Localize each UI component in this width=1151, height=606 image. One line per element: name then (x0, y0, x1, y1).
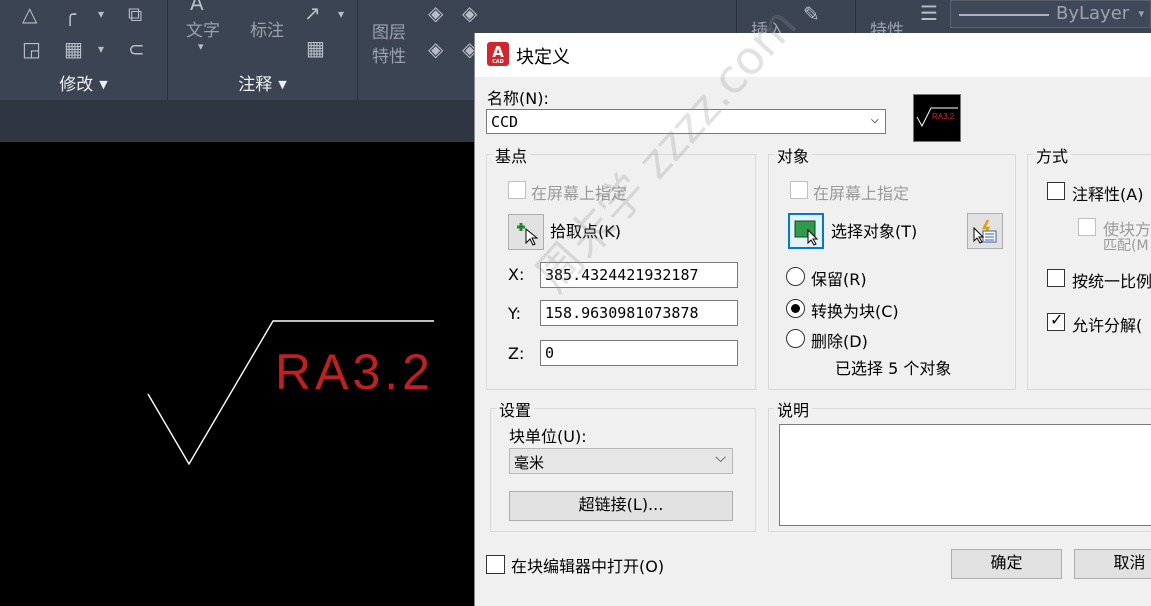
scale-uniformly-checkbox[interactable] (1047, 269, 1065, 287)
linetype-dropdown[interactable]: ByLayer ▾ (950, 0, 1151, 28)
name-label: 名称(N): (487, 89, 549, 108)
y-field[interactable]: 158.9630981073878 (540, 300, 738, 326)
base-specify-on-screen-checkbox[interactable] (508, 181, 526, 199)
description-title: 说明 (774, 397, 813, 421)
modify-panel: △ ╭ ▾ ⧉ ◲ ▦ ▾ ⊂ 修改 ▼ (0, 0, 168, 100)
settings-title: 设置 (496, 397, 535, 421)
objects-title: 对象 (774, 143, 813, 167)
allow-exploding-checkbox[interactable]: ✓ (1047, 310, 1065, 331)
x-field[interactable]: 385.4324421932187 (540, 262, 738, 288)
annotation-panel: A 文字 ▾ 标注 ↗ ▾ ▦ 注释 ▼ (168, 0, 358, 100)
leader-dropdown-icon[interactable]: ▾ (338, 3, 344, 25)
stretch-icon[interactable]: ◲ (22, 38, 41, 60)
objects-specify-on-screen-checkbox[interactable] (790, 181, 808, 199)
behavior-title: 方式 (1033, 143, 1072, 167)
x-label: X: (508, 265, 525, 284)
modify-panel-title[interactable]: 修改 ▼ (0, 72, 167, 98)
z-field[interactable]: 0 (540, 340, 738, 366)
text-icon[interactable]: A (190, 0, 204, 14)
fillet-dropdown-icon[interactable]: ▾ (98, 3, 104, 25)
array-dropdown-icon[interactable]: ▾ (98, 38, 104, 60)
z-label: Z: (508, 344, 525, 363)
block-unit-combobox[interactable]: 毫米 ⌵ (509, 448, 733, 474)
pick-point-label[interactable]: 拾取点(K) (550, 218, 621, 242)
screen: △ ╭ ▾ ⧉ ◲ ▦ ▾ ⊂ 修改 ▼ A 文字 ▾ 标注 ↗ ▾ ▦ 注释 ▼ (0, 0, 1151, 606)
name-value: CCD (491, 113, 519, 131)
dialog-title: 块定义 (516, 47, 570, 68)
chevron-down-icon: ⌵ (715, 450, 726, 466)
block-unit-label: 块单位(U): (509, 427, 587, 446)
drawing-canvas[interactable]: RA3.2 (0, 142, 474, 606)
match-orientation-label-2: 匹配(M (1103, 238, 1149, 254)
layer-properties-label-line2[interactable]: 特性 (372, 42, 406, 67)
preview-text: RA3.2 (932, 112, 955, 121)
description-textarea[interactable] (779, 424, 1151, 526)
annotative-label[interactable]: 注释性(A) (1072, 181, 1143, 205)
name-combobox[interactable]: CCD ⌵ (486, 109, 886, 134)
scale-uniformly-label[interactable]: 按统一比例 (1072, 268, 1151, 292)
linetype-sample (959, 14, 1049, 16)
block-unit-value: 毫米 (514, 454, 545, 472)
y-label: Y: (508, 304, 522, 323)
autocad-icon: A CAD (487, 42, 509, 66)
list-icon[interactable]: ☰ (920, 2, 938, 24)
block-definition-dialog: A CAD 块定义 名称(N): CCD ⌵ RA3.2 基点 在屏幕上指定 拾… (474, 33, 1151, 606)
quick-select-icon (973, 219, 997, 244)
layer-isolate-icon[interactable]: ◈ (462, 2, 477, 24)
copy-3d-icon[interactable]: ⧉ (128, 3, 142, 25)
select-objects-icon (794, 220, 819, 246)
open-in-block-editor-checkbox[interactable] (486, 555, 505, 574)
trim-icon[interactable]: △ (22, 3, 37, 25)
delete-label[interactable]: 删除(D) (811, 328, 868, 352)
block-preview: RA3.2 (913, 94, 961, 142)
chevron-down-icon: ▼ (99, 78, 108, 91)
retain-radio[interactable] (786, 267, 805, 286)
checkmark-icon: ✓ (1050, 310, 1064, 329)
annotation-panel-title[interactable]: 注释 ▼ (168, 72, 357, 98)
layer-properties-label-line1[interactable]: 图层 (372, 18, 406, 43)
pick-point-button[interactable] (508, 214, 544, 250)
roughness-text: RA3.2 (275, 344, 434, 400)
retain-label[interactable]: 保留(R) (811, 266, 867, 290)
cancel-button[interactable]: 取消 (1074, 549, 1151, 579)
delete-radio[interactable] (786, 329, 805, 348)
dialog-titlebar[interactable]: A CAD 块定义 (475, 33, 1151, 77)
ok-button[interactable]: 确定 (951, 549, 1062, 579)
linetype-value: ByLayer (1056, 3, 1130, 24)
chevron-down-icon: ▾ (1138, 7, 1144, 20)
roughness-symbol: RA3.2 (147, 320, 434, 466)
annotative-checkbox[interactable] (1047, 182, 1065, 200)
modify-panel-label: 修改 (59, 75, 94, 95)
dimension-label[interactable]: 标注 (250, 16, 284, 41)
block-edit-icon[interactable]: ✎ (803, 3, 820, 25)
array-icon[interactable]: ▦ (64, 38, 83, 60)
text-dropdown-icon[interactable]: ▾ (198, 36, 204, 58)
select-objects-label[interactable]: 选择对象(T) (831, 218, 917, 242)
select-objects-button[interactable] (788, 213, 824, 249)
base-point-title: 基点 (492, 143, 531, 167)
allow-exploding-label[interactable]: 允许分解( (1072, 312, 1142, 336)
pick-point-icon (517, 223, 539, 246)
app-icon-caption: CAD (492, 59, 504, 65)
layer-freeze-icon[interactable]: ◈ (428, 38, 443, 60)
hyperlink-button[interactable]: 超链接(L)... (509, 491, 733, 521)
selected-count-text: 已选择 5 个对象 (835, 359, 952, 378)
base-specify-on-screen-label: 在屏幕上指定 (531, 184, 628, 203)
match-orientation-checkbox[interactable] (1078, 218, 1096, 236)
convert-to-block-label[interactable]: 转换为块(C) (811, 298, 899, 322)
open-in-block-editor-label[interactable]: 在块编辑器中打开(O) (511, 553, 664, 577)
chevron-down-icon: ▼ (278, 78, 287, 91)
annotation-panel-label: 注释 (238, 75, 273, 95)
convert-to-block-radio[interactable] (786, 299, 805, 318)
file-tab-strip (0, 100, 474, 142)
chevron-down-icon: ⌵ (870, 111, 879, 127)
leader-icon[interactable]: ↗ (304, 2, 321, 24)
objects-specify-on-screen-label: 在屏幕上指定 (813, 184, 910, 203)
radio-selected-dot (791, 304, 800, 313)
table-icon[interactable]: ▦ (306, 37, 325, 59)
fillet-icon[interactable]: ╭ (64, 3, 76, 25)
offset-icon[interactable]: ⊂ (128, 38, 145, 60)
quick-select-button[interactable] (967, 213, 1003, 249)
layer-off-icon[interactable]: ◈ (428, 2, 443, 24)
